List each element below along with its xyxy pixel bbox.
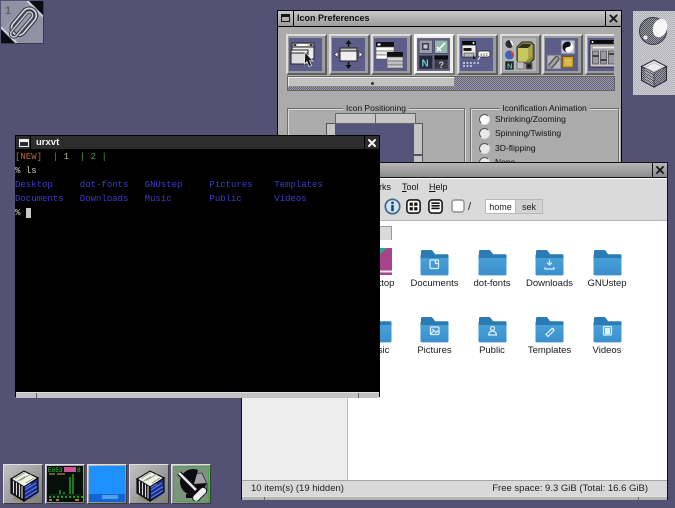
svg-text:N: N — [507, 62, 512, 71]
svg-text:?: ? — [439, 60, 445, 70]
svg-text:N: N — [422, 59, 429, 70]
svg-text:1: 1 — [5, 5, 11, 17]
svg-text:xyz: xyz — [480, 53, 488, 58]
svg-text:8: 8 — [77, 467, 81, 474]
svg-text:E053: E053 — [48, 467, 63, 474]
